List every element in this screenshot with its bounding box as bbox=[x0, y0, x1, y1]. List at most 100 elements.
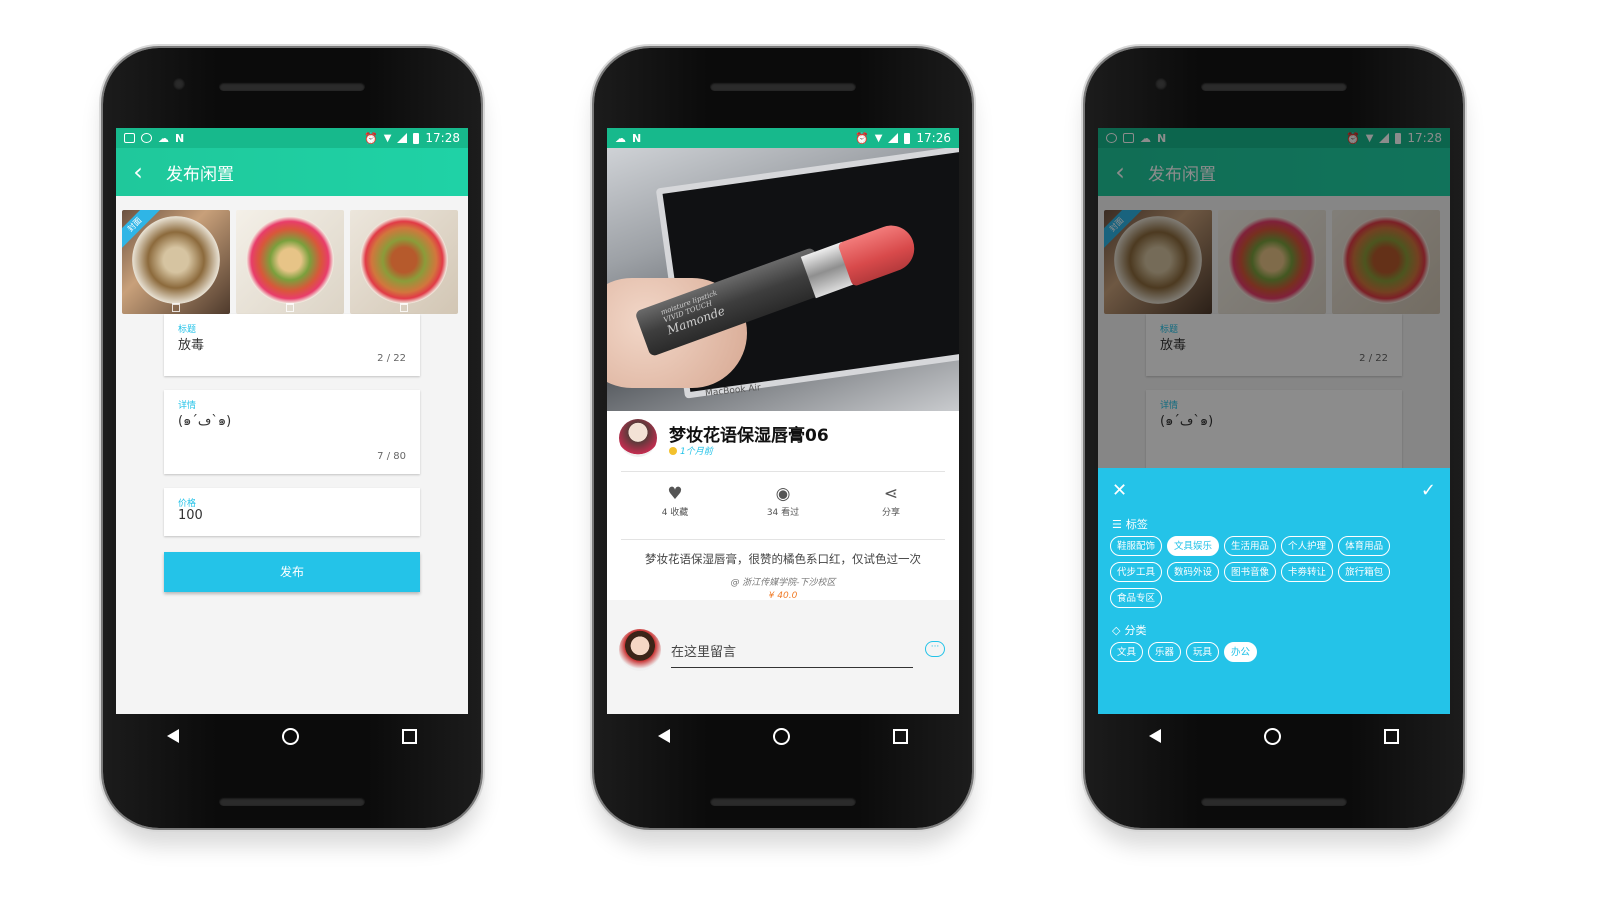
image-icon bbox=[124, 133, 135, 143]
signal-icon bbox=[397, 133, 408, 143]
phone-tag-sheet: ☁ N ⏰ ▼ 17:28 ‹ 发布闲置 封面 标题 放毒 2 / 22 详情 … bbox=[1085, 48, 1463, 828]
phone-publish: ☁ N ⏰ ▼ 17:28 ‹ 发布闲置 封面 标题 放毒 2 / 22 详情 … bbox=[103, 48, 481, 828]
battery-icon bbox=[904, 132, 911, 144]
product-description: 梦妆花语保湿唇膏，很赞的橘色系口红，仅试色过一次 bbox=[645, 552, 921, 566]
trash-icon[interactable] bbox=[172, 303, 180, 312]
detail-value[interactable]: (๑´ڡ`๑) bbox=[178, 410, 231, 431]
views-button[interactable]: ◉ 34 看过 bbox=[743, 483, 823, 533]
nav-recents-icon[interactable] bbox=[1383, 728, 1399, 744]
photo-strip: 封面 bbox=[116, 196, 468, 314]
close-icon[interactable]: ✕ bbox=[1112, 482, 1127, 500]
post-time-text: 1个月前 bbox=[680, 447, 713, 457]
status-bar: ☁ N ⏰ ▼ 17:28 bbox=[116, 128, 468, 148]
bottom-speaker bbox=[219, 797, 365, 806]
status-time: 17:26 bbox=[916, 131, 951, 145]
user-avatar[interactable] bbox=[619, 629, 661, 671]
product-detail: 梦妆花语保湿唇膏06 1个月前 ♥ 4 收藏 ◉ 34 看过 ⋖ 分享 梦妆花语… bbox=[607, 411, 959, 671]
front-camera bbox=[1155, 78, 1167, 90]
tag-chip[interactable]: 图书音像 bbox=[1224, 562, 1277, 582]
emoji-icon bbox=[669, 447, 677, 455]
tag-chip[interactable]: 鞋服配饰 bbox=[1110, 536, 1163, 556]
tag-sheet: ✕ ✓ ☰ 标签 鞋服配饰 文具娱乐 生活用品 个人护理 体育用品 代步工具 数… bbox=[1098, 468, 1450, 714]
category-chip[interactable]: 乐器 bbox=[1148, 642, 1182, 662]
category-title: 分类 bbox=[1124, 624, 1147, 637]
product-title: 梦妆花语保湿唇膏06 bbox=[669, 426, 829, 446]
product-image[interactable]: moisture lipstick VIVID TOUCH Mamonde Ma… bbox=[607, 148, 959, 411]
tag-chip[interactable]: 个人护理 bbox=[1281, 536, 1334, 556]
screen-publish: ☁ N ⏰ ▼ 17:28 ‹ 发布闲置 封面 标题 放毒 2 / 22 详情 … bbox=[116, 128, 468, 714]
tag-chips: 鞋服配饰 文具娱乐 生活用品 个人护理 体育用品 代步工具 数码外设 图书音像 … bbox=[1110, 536, 1442, 608]
tag-chip[interactable]: 食品专区 bbox=[1110, 588, 1163, 608]
bottom-speaker bbox=[1201, 797, 1347, 806]
tags-heading: ☰ 标签 bbox=[1112, 516, 1148, 532]
product-location: @ 浙江传媒学院-下沙校区 bbox=[730, 578, 836, 588]
price-value[interactable]: 100 bbox=[178, 508, 203, 523]
toolbar: ‹ 发布闲置 bbox=[116, 148, 468, 196]
publish-button[interactable]: 发布 bbox=[164, 552, 420, 592]
comment-row: 在这里留言 ··· bbox=[619, 629, 947, 675]
tag-chip[interactable]: 生活用品 bbox=[1224, 536, 1277, 556]
detail-field[interactable]: 详情 (๑´ڡ`๑) 7 / 80 bbox=[164, 390, 420, 474]
category-chip[interactable]: 文具 bbox=[1110, 642, 1144, 662]
front-camera bbox=[173, 78, 185, 90]
phone-detail: ☁ N ⏰ ▼ 17:26 moisture lipstick VIVID TO… bbox=[594, 48, 972, 828]
wifi-icon: ▼ bbox=[874, 132, 883, 144]
seller-avatar[interactable] bbox=[619, 419, 657, 457]
category-chip[interactable]: 玩具 bbox=[1186, 642, 1220, 662]
photo-thumb[interactable] bbox=[236, 210, 344, 314]
trash-icon[interactable] bbox=[400, 303, 408, 312]
earpiece bbox=[710, 82, 856, 91]
bottom-speaker bbox=[710, 797, 856, 806]
post-time: 1个月前 bbox=[669, 444, 713, 457]
trash-icon[interactable] bbox=[286, 303, 294, 312]
action-row: ♥ 4 收藏 ◉ 34 看过 ⋖ 分享 bbox=[621, 483, 945, 533]
photo-thumb[interactable]: 封面 bbox=[122, 210, 230, 314]
nav-recents-icon[interactable] bbox=[892, 728, 908, 744]
cloud-icon: ☁ bbox=[615, 131, 626, 145]
food-image bbox=[246, 216, 334, 304]
title-counter: 2 / 22 bbox=[377, 353, 406, 364]
tag-chip[interactable]: 数码外设 bbox=[1167, 562, 1220, 582]
list-icon: ☰ bbox=[1112, 517, 1122, 531]
share-icon: ⋖ bbox=[883, 484, 899, 504]
n-icon: N bbox=[632, 131, 642, 145]
back-arrow-icon[interactable]: ‹ bbox=[116, 148, 160, 196]
nav-home-icon[interactable] bbox=[1263, 727, 1281, 745]
share-label: 分享 bbox=[881, 508, 900, 518]
n-icon: N bbox=[175, 131, 185, 145]
photo-thumb[interactable] bbox=[350, 210, 458, 314]
tag-icon: ◇ bbox=[1112, 623, 1121, 637]
nav-back-icon[interactable] bbox=[167, 729, 180, 743]
tag-chip[interactable]: 代步工具 bbox=[1110, 562, 1163, 582]
tag-chip[interactable]: 卡劵转让 bbox=[1281, 562, 1334, 582]
title-field[interactable]: 标题 放毒 2 / 22 bbox=[164, 314, 420, 376]
screen-detail: ☁ N ⏰ ▼ 17:26 moisture lipstick VIVID TO… bbox=[607, 128, 959, 714]
category-chip-selected[interactable]: 办公 bbox=[1224, 642, 1258, 662]
price-field[interactable]: 价格 100 bbox=[164, 488, 420, 536]
tag-chip[interactable]: 旅行箱包 bbox=[1338, 562, 1391, 582]
alarm-icon: ⏰ bbox=[364, 131, 378, 145]
chat-bubble-icon[interactable]: ··· bbox=[925, 641, 945, 657]
detail-counter: 7 / 80 bbox=[377, 451, 406, 462]
nav-bar bbox=[116, 714, 468, 828]
nav-back-icon[interactable] bbox=[1149, 729, 1162, 743]
product-price: ¥ 40.0 bbox=[768, 591, 798, 601]
nav-back-icon[interactable] bbox=[658, 729, 671, 743]
tag-chip-selected[interactable]: 文具娱乐 bbox=[1167, 536, 1220, 556]
comment-input[interactable]: 在这里留言 bbox=[671, 641, 913, 668]
page-title: 发布闲置 bbox=[166, 164, 234, 185]
earpiece bbox=[219, 82, 365, 91]
nav-bar bbox=[1098, 714, 1450, 828]
check-icon[interactable]: ✓ bbox=[1421, 482, 1436, 500]
tag-chip[interactable]: 体育用品 bbox=[1338, 536, 1391, 556]
nav-home-icon[interactable] bbox=[281, 727, 299, 745]
cloud-icon: ☁ bbox=[158, 131, 169, 145]
favorite-button[interactable]: ♥ 4 收藏 bbox=[635, 483, 715, 533]
food-image bbox=[132, 216, 220, 304]
eye-icon: ◉ bbox=[775, 484, 791, 504]
nav-home-icon[interactable] bbox=[772, 727, 790, 745]
share-button[interactable]: ⋖ 分享 bbox=[851, 483, 931, 533]
divider bbox=[621, 471, 945, 472]
title-value[interactable]: 放毒 bbox=[178, 334, 204, 353]
nav-recents-icon[interactable] bbox=[401, 728, 417, 744]
